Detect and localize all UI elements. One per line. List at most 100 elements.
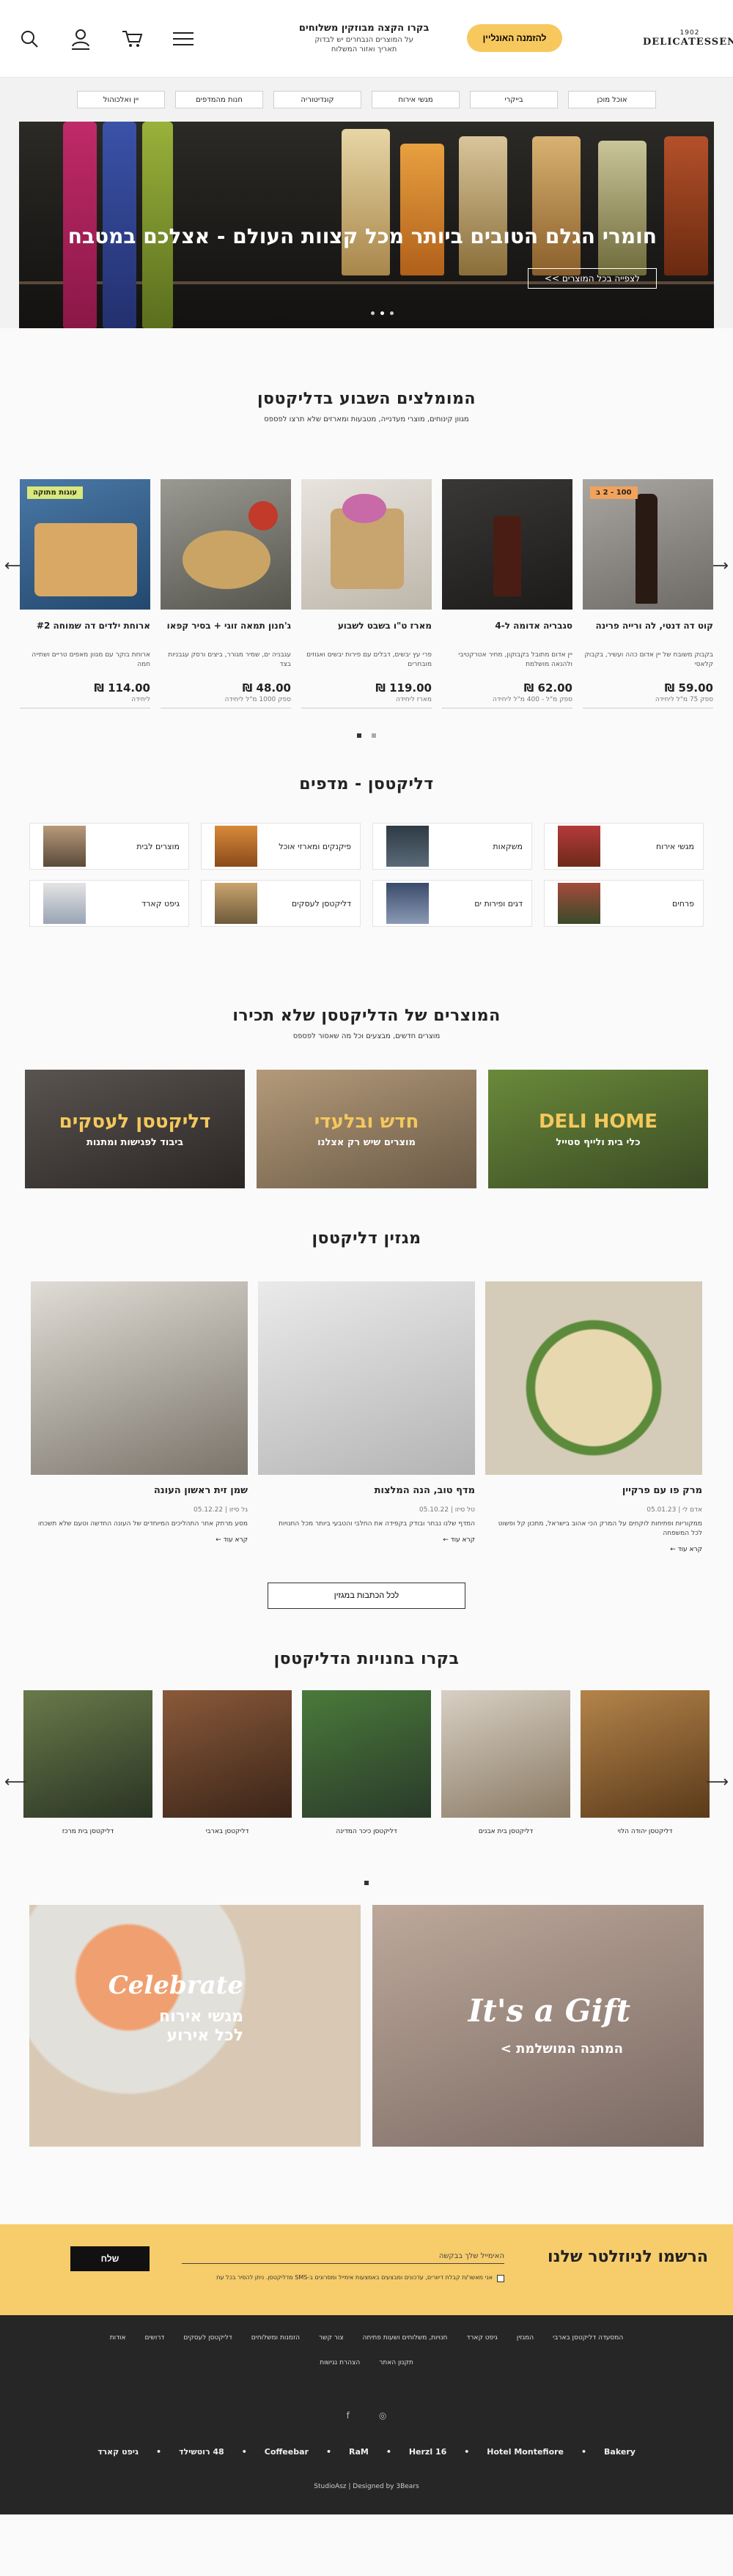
category-card[interactable]: דגים ופירות ים [372, 880, 532, 927]
menu-icon[interactable] [170, 26, 196, 52]
newsletter-send-button[interactable]: שלח [70, 2246, 150, 2271]
read-more-link[interactable]: קרא עוד ← [258, 1536, 475, 1544]
store-card[interactable]: דליקטסן יהודה הלוי [581, 1690, 710, 1835]
store-card[interactable]: דליקטסן בית מרכז [23, 1690, 152, 1835]
category-card[interactable]: דליקטסן לעסקים [201, 880, 361, 927]
brand-link[interactable]: RaM [349, 2447, 369, 2457]
gift-banner-title: It's a Gift [468, 1993, 630, 2029]
user-icon[interactable] [67, 26, 94, 52]
post-excerpt: המדף שלנו נבחר ובודק בקפידה את החלבי והט… [279, 1520, 475, 1528]
catnav-item[interactable]: בייקרי [470, 91, 558, 108]
footer-link[interactable]: חנויות, משלוחים ושעות פתיחה [363, 2334, 448, 2342]
carousel-dot[interactable] [372, 733, 376, 738]
store-card[interactable]: דליקטסן כיכר המדינה [302, 1690, 431, 1835]
post-title: שמן זית ראשון העונה [153, 1485, 248, 1496]
promo-banner[interactable]: DELI HOME כלי בית ולייף סטייל [488, 1070, 708, 1188]
hero-jar [532, 136, 581, 275]
delivery-info: בקרו הקצה מבוזקין משלוחים על המוצרים הנב… [291, 22, 438, 55]
magazine-post[interactable]: מרק פו עם פרקיין אדם לי | 05.01.23 ממקור… [485, 1281, 702, 1553]
footer-link[interactable]: הצהרת נגישות [320, 2359, 360, 2366]
read-more-link[interactable]: קרא עוד ← [485, 1546, 702, 1553]
hero-jar [459, 136, 507, 275]
product-card[interactable]: ג'חנון תמאה זוגי + בסיר קפאו עגבניה ים, … [161, 479, 291, 708]
product-card[interactable]: מארז ט"ו בשבט לשבוע פרי עץ יבשים, דבלים … [301, 479, 432, 708]
hero-cta-button[interactable]: לצפייה בכל המוצרים >> [527, 268, 657, 289]
facebook-icon[interactable]: f [347, 2410, 350, 2421]
store-card[interactable]: דליקטסן בארבי [163, 1690, 292, 1835]
post-meta: גל סיזו | 05.12.22 [194, 1506, 248, 1514]
brand-link[interactable]: 48 רוטשילד [179, 2447, 224, 2457]
product-unit: ספק מ"ל - 400 מ"ל ליחידה [492, 696, 572, 703]
post-image [485, 1281, 702, 1475]
category-label: מגשי אירוח [656, 841, 694, 851]
site-footer: המסעדה דליקטסן בארבי המגזין גיפט קארד חנ… [0, 2315, 733, 2514]
category-label: מוצרים לבית [136, 841, 180, 851]
footer-link[interactable]: המסעדה דליקטסן בארבי [553, 2334, 623, 2342]
footer-link[interactable]: גיפט קארד [466, 2334, 497, 2342]
stores-next-icon[interactable]: ⟶ [705, 1773, 729, 1791]
all-posts-button[interactable]: לכל הכתבות במגזין [268, 1583, 465, 1610]
footer-link[interactable]: הזמנות ומשלוחים [251, 2334, 300, 2342]
product-card[interactable]: סגבריה אדומה ל-4 יין אדום מתובל בקבוקון,… [442, 479, 572, 708]
hero-dot[interactable] [380, 311, 384, 315]
brand-link[interactable]: Herzl 16 [409, 2447, 446, 2457]
category-label: דגים ופירות ים [474, 898, 523, 908]
separator-dot: • [581, 2447, 587, 2457]
magazine-section: מגזין דליקטסן מרק פו עם פרקיין אדם לי | … [0, 1200, 733, 1644]
category-card[interactable]: פיקנקים ומארזי אוכל [201, 823, 361, 870]
celebrate-banner[interactable]: Celebrate מגשי אירוח לכל אירוע [29, 1905, 361, 2147]
promos-subtitle: מוצרים חדשים, מבצעים וכל מה שאסור לפספס [292, 1032, 441, 1040]
hero-dot[interactable] [390, 311, 394, 315]
product-card[interactable]: 100 - 2 ב קוט דה דנטי, לה ורייה פרינה בק… [583, 479, 713, 708]
brand-link[interactable]: Coffeebar [265, 2447, 309, 2457]
separator-dot: • [464, 2447, 470, 2457]
footer-link[interactable]: תקנון האתר [379, 2359, 413, 2366]
category-card[interactable]: מגשי אירוח [544, 823, 704, 870]
footer-link[interactable]: דליקטסן לעסקים [183, 2334, 232, 2342]
promo-banner[interactable]: חדש ובלעדי מוצרים שיש רק אצלנו [257, 1070, 476, 1188]
magazine-post[interactable]: שמן זית ראשון העונה גל סיזו | 05.12.22 מ… [31, 1281, 248, 1553]
category-card[interactable]: פרחים [544, 880, 704, 927]
consent-checkbox[interactable] [497, 2275, 504, 2282]
catnav-item[interactable]: מגשי אירוח [372, 91, 460, 108]
post-image [258, 1281, 475, 1475]
brand-link[interactable]: Bakery [604, 2447, 636, 2457]
category-card[interactable]: גיפט קארד [29, 880, 189, 927]
hero-jar [664, 136, 708, 275]
instagram-icon[interactable]: ◎ [379, 2410, 386, 2421]
logo[interactable]: 1902 DELICATESSEN [643, 29, 733, 48]
footer-link[interactable]: צור קשר [319, 2334, 344, 2342]
weekly-section: המומלצים השבוע בדליקטסן מגוון קינוחים, מ… [0, 328, 733, 769]
footer-link[interactable]: דרושים [145, 2334, 165, 2342]
category-card[interactable]: מוצרים לבית [29, 823, 189, 870]
stores-prev-icon[interactable]: ⟵ [4, 1773, 28, 1791]
hero-wrap: חומרי הגלם הטובים ביותר מכל קצוות העולם … [0, 122, 733, 328]
carousel-dot[interactable] [364, 1881, 369, 1885]
product-card[interactable]: עוגות מתוקה ארוחת ילדים דה שמוחה #2 ארוח… [20, 479, 150, 708]
promo-banner[interactable]: דליקטסן לעסקים ביבוד לפגישות ומתנות [25, 1070, 245, 1188]
footer-link[interactable]: אודות [110, 2334, 126, 2342]
magazine-post[interactable]: מדף טוב, הנה המלצות טל סיזו | 05.10.22 ה… [258, 1281, 475, 1553]
gift-banner[interactable]: It's a Gift המתנה המושלמת > [372, 1905, 704, 2147]
catnav-item[interactable]: אוכל מוכן [568, 91, 656, 108]
brand-link[interactable]: גיפט קארד [97, 2447, 139, 2457]
hero-banner: חומרי הגלם הטובים ביותר מכל קצוות העולם … [19, 122, 714, 328]
carousel-dot[interactable] [357, 733, 361, 738]
newsletter-email-input[interactable]: האימייל שלך בבקשה [182, 2249, 504, 2264]
category-card[interactable]: משקאות [372, 823, 532, 870]
brand-link[interactable]: Hotel Montefiore [487, 2447, 564, 2457]
hero-dot[interactable] [371, 311, 375, 315]
read-more-link[interactable]: קרא עוד ← [31, 1536, 248, 1544]
store-card[interactable]: דליקטסן בית אבנים [441, 1690, 570, 1835]
search-icon[interactable] [16, 26, 43, 52]
catnav-item[interactable]: קונדיטוריה [273, 91, 361, 108]
store-label: דליקטסן בית מרכז [62, 1828, 114, 1835]
order-online-button[interactable]: להזמנה האונליין [466, 24, 563, 53]
footer-link[interactable]: המגזין [517, 2334, 534, 2342]
catnav-item[interactable]: חנות מהמדפים [175, 91, 263, 108]
delivery-title: בקרו הקצה מבוזקין משלוחים [298, 23, 430, 34]
product-name: מארז ט"ו בשבט לשבוע [337, 621, 432, 631]
catnav-item[interactable]: יין ואלכוהול [77, 91, 165, 108]
product-flowers [342, 494, 386, 523]
cart-icon[interactable] [119, 26, 145, 52]
